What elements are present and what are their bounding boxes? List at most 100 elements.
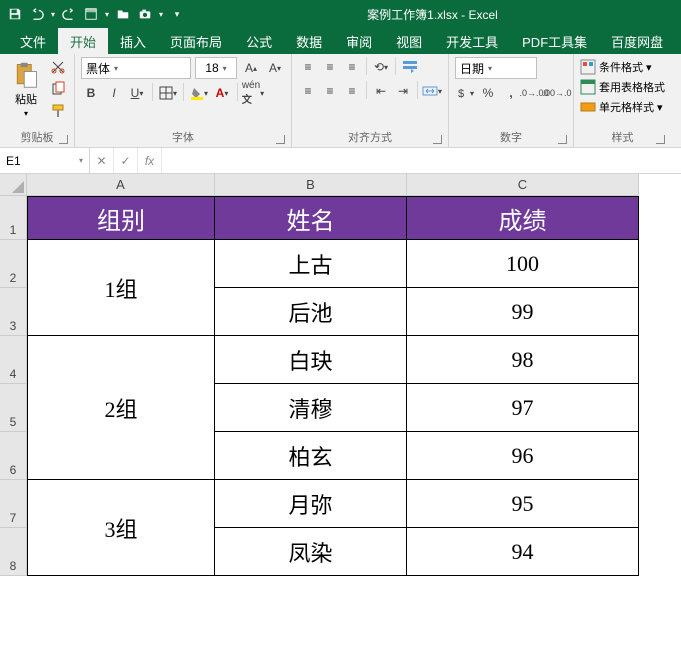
tab-review[interactable]: 审阅	[334, 28, 384, 54]
font-color-icon[interactable]: A▾	[212, 83, 232, 103]
window-title: 案例工作簿1.xlsx - Excel	[188, 6, 677, 23]
decrease-indent-icon[interactable]: ⇤	[371, 81, 391, 101]
row-header[interactable]: 8	[0, 528, 27, 576]
tab-page-layout[interactable]: 页面布局	[158, 28, 234, 54]
tab-developer[interactable]: 开发工具	[434, 28, 510, 54]
format-painter-icon[interactable]	[48, 101, 68, 121]
col-header-c[interactable]: C	[407, 174, 639, 196]
row-header[interactable]: 5	[0, 384, 27, 432]
row-header[interactable]: 3	[0, 288, 27, 336]
cell-styles-button[interactable]: 单元格样式▾	[580, 97, 665, 117]
row-header[interactable]: 6	[0, 432, 27, 480]
align-bottom-icon[interactable]: ≡	[342, 57, 362, 77]
paste-button[interactable]: 粘贴 ▾	[6, 61, 46, 118]
comma-icon[interactable]: ,	[501, 83, 521, 103]
camera-icon[interactable]	[134, 3, 156, 25]
cell[interactable]: 姓名	[215, 196, 407, 240]
cell[interactable]: 上古	[215, 240, 407, 288]
percent-icon[interactable]: %	[478, 83, 498, 103]
orientation-icon[interactable]: ⟲▾	[371, 57, 391, 77]
tab-file[interactable]: 文件	[8, 28, 58, 54]
cell[interactable]: 97	[407, 384, 639, 432]
name-box[interactable]: E1	[0, 148, 90, 173]
fx-icon[interactable]: fx	[138, 148, 162, 173]
tab-formulas[interactable]: 公式	[234, 28, 284, 54]
align-right-icon[interactable]: ≡	[342, 81, 362, 101]
enter-formula-icon[interactable]: ✓	[114, 148, 138, 173]
cell[interactable]: 96	[407, 432, 639, 480]
row-header[interactable]: 4	[0, 336, 27, 384]
cell[interactable]: 2组	[27, 336, 215, 384]
group-font: 黑体 18 A▴ A▾ B I U▾ ▾ ▾ A▾ wén文▾ 字体	[75, 54, 292, 147]
cell[interactable]: 95	[407, 480, 639, 528]
borders-icon[interactable]: ▾	[158, 83, 178, 103]
italic-button[interactable]: I	[104, 83, 124, 103]
bold-button[interactable]: B	[81, 83, 101, 103]
increase-decimal-icon[interactable]: .0→.00	[524, 83, 544, 103]
underline-button[interactable]: U▾	[127, 83, 147, 103]
cell[interactable]: 98	[407, 336, 639, 384]
conditional-format-button[interactable]: 条件格式▾	[580, 57, 665, 77]
tab-insert[interactable]: 插入	[108, 28, 158, 54]
cell[interactable]: 成绩	[407, 196, 639, 240]
format-as-table-button[interactable]: 套用表格格式	[580, 77, 665, 97]
cell[interactable]: 94	[407, 528, 639, 576]
align-top-icon[interactable]: ≡	[298, 57, 318, 77]
row-header[interactable]: 7	[0, 480, 27, 528]
number-format-combo[interactable]: 日期	[455, 57, 537, 79]
col-header-b[interactable]: B	[215, 174, 407, 196]
tab-data[interactable]: 数据	[284, 28, 334, 54]
cell[interactable]: 清穆	[215, 384, 407, 432]
fill-color-icon[interactable]: ▾	[189, 83, 209, 103]
decrease-font-icon[interactable]: A▾	[265, 58, 285, 78]
wrap-text-icon[interactable]	[400, 57, 420, 77]
tab-baidu[interactable]: 百度网盘	[599, 28, 675, 54]
undo-icon[interactable]	[26, 3, 48, 25]
cancel-formula-icon[interactable]: ✕	[90, 148, 114, 173]
tab-pdf[interactable]: PDF工具集	[510, 28, 599, 54]
cell[interactable]: 3组	[27, 480, 215, 528]
cell[interactable]: 组别	[27, 196, 215, 240]
tab-view[interactable]: 视图	[384, 28, 434, 54]
accounting-format-icon[interactable]: $▾	[455, 83, 475, 103]
cell[interactable]: 柏玄	[215, 432, 407, 480]
cell[interactable]: 白玦	[215, 336, 407, 384]
group-title-font: 字体	[81, 127, 285, 147]
cell[interactable]: 后池	[215, 288, 407, 336]
align-left-icon[interactable]: ≡	[298, 81, 318, 101]
cell[interactable]	[27, 432, 215, 480]
cell[interactable]: 1组	[27, 240, 215, 288]
cell[interactable]: 99	[407, 288, 639, 336]
save-icon[interactable]	[4, 3, 26, 25]
row-header[interactable]: 1	[0, 196, 27, 240]
tab-home[interactable]: 开始	[58, 28, 108, 54]
col-header-a[interactable]: A	[27, 174, 215, 196]
align-center-icon[interactable]: ≡	[320, 81, 340, 101]
cell[interactable]: 凤染	[215, 528, 407, 576]
ribbon: 粘贴 ▾ 剪贴板 黑体 18 A▴ A▾ B I U▾ ▾	[0, 54, 681, 148]
cell[interactable]: 月弥	[215, 480, 407, 528]
chevron-down-icon[interactable]: ▾	[156, 3, 166, 25]
row-header[interactable]: 2	[0, 240, 27, 288]
cell[interactable]: 100	[407, 240, 639, 288]
qat-customize-icon[interactable]: ▾	[166, 3, 188, 25]
redo-icon[interactable]	[58, 3, 80, 25]
phonetic-icon[interactable]: wén文▾	[243, 83, 263, 103]
decrease-decimal-icon[interactable]: .00→.0	[547, 83, 567, 103]
chevron-down-icon[interactable]: ▾	[102, 3, 112, 25]
cut-icon[interactable]	[48, 57, 68, 77]
align-middle-icon[interactable]: ≡	[320, 57, 340, 77]
font-size-combo[interactable]: 18	[195, 57, 237, 79]
worksheet: A B C 1 组别 姓名 成绩 2 1组 上古 100 3 后池 99 4 2…	[0, 174, 681, 576]
paste-label: 粘贴	[15, 91, 37, 107]
copy-icon[interactable]	[48, 79, 68, 99]
open-icon[interactable]	[112, 3, 134, 25]
group-alignment: ≡ ≡ ≡ ⟲▾ ≡ ≡ ≡ ⇤ ⇥ ▾ 对齐方式	[292, 54, 449, 147]
increase-indent-icon[interactable]: ⇥	[393, 81, 413, 101]
chevron-down-icon[interactable]: ▾	[48, 3, 58, 25]
font-name-combo[interactable]: 黑体	[81, 57, 191, 79]
increase-font-icon[interactable]: A▴	[241, 58, 261, 78]
new-sheet-icon[interactable]	[80, 3, 102, 25]
select-all-corner[interactable]	[0, 174, 27, 196]
merge-cells-icon[interactable]: ▾	[422, 81, 442, 101]
